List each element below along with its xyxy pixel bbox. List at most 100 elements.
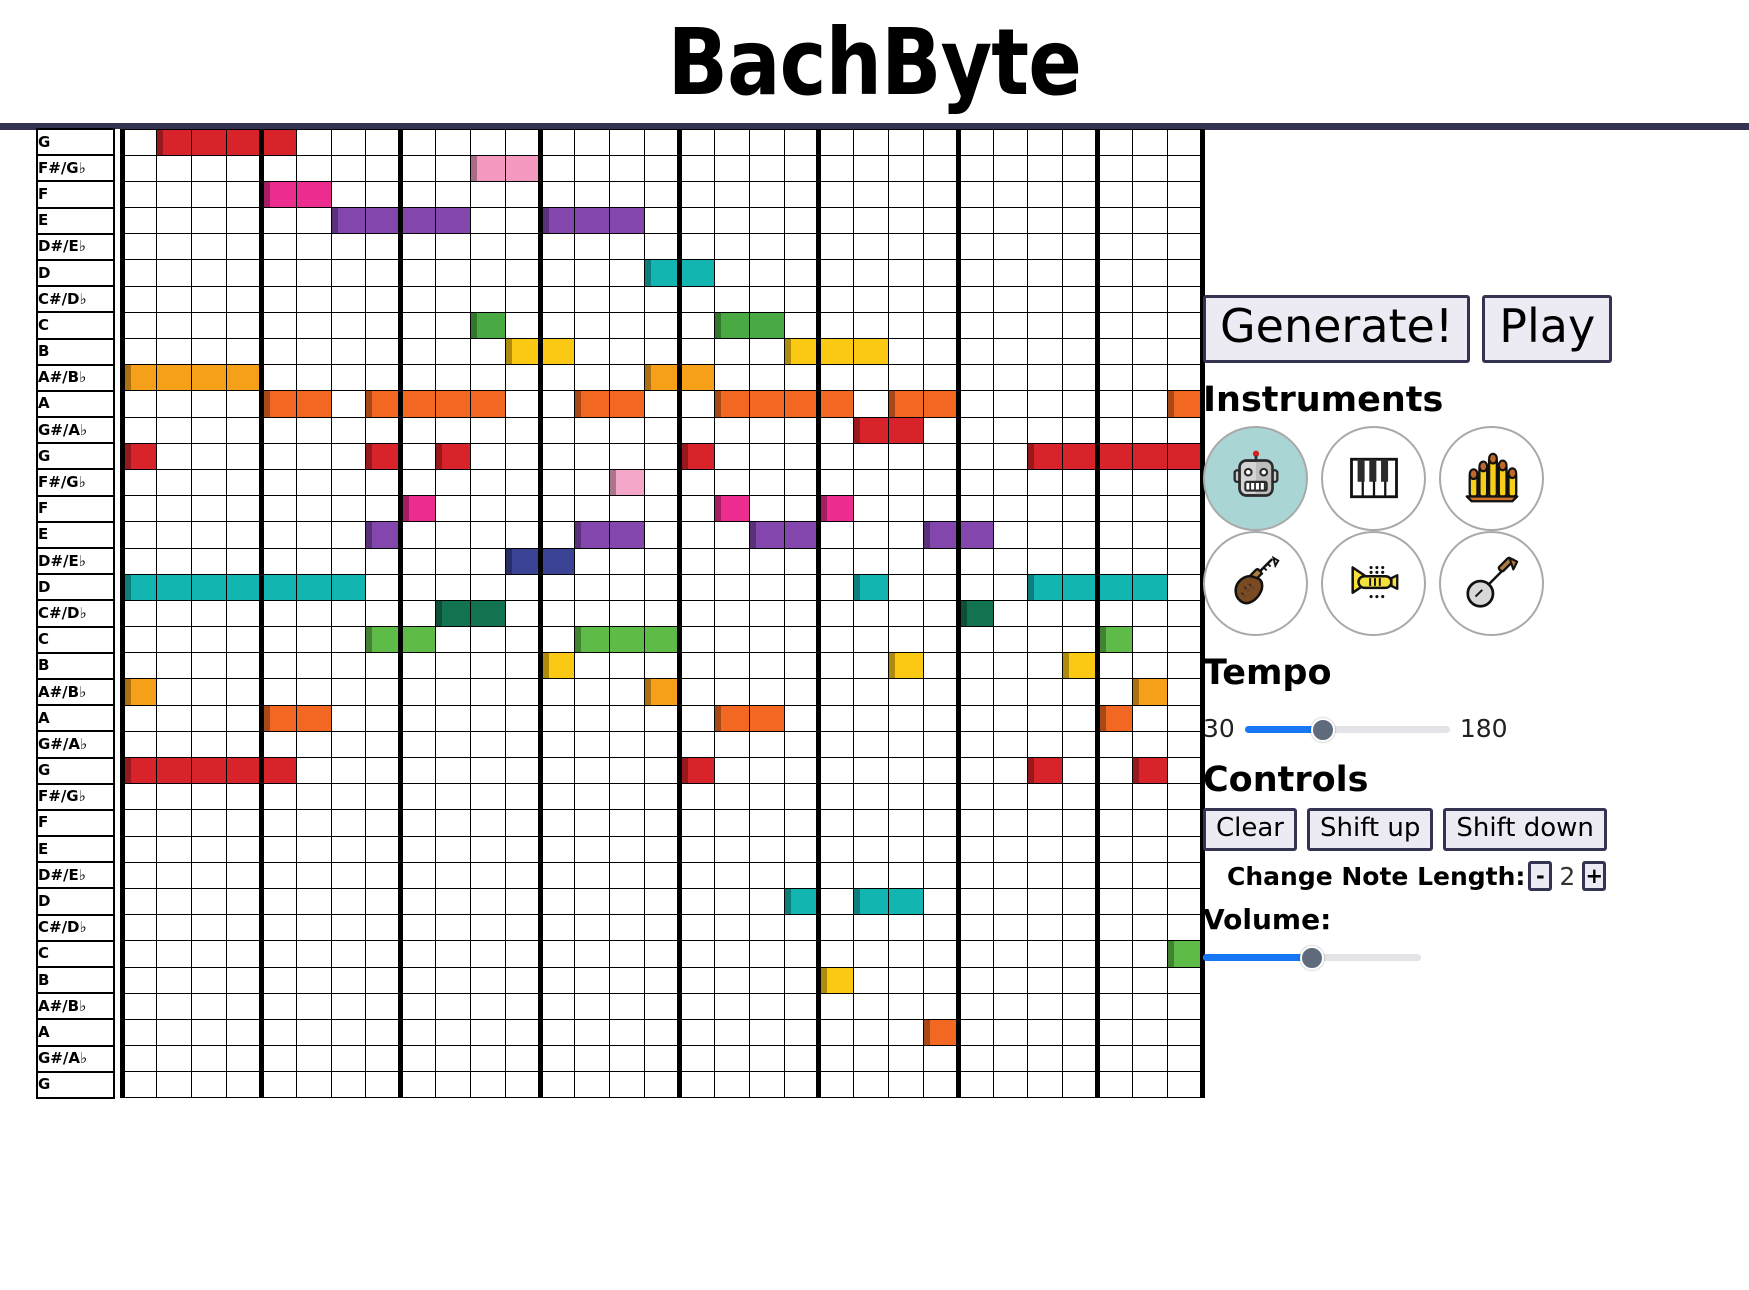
note-cell[interactable] (713, 756, 750, 785)
note-cell[interactable] (609, 154, 646, 182)
volume-slider[interactable] (1203, 946, 1421, 971)
note-cell[interactable] (955, 233, 994, 261)
note-cell[interactable] (713, 626, 750, 654)
note-cell[interactable] (1131, 599, 1168, 628)
note-cell[interactable] (1166, 835, 1205, 863)
note-cell[interactable] (748, 652, 785, 680)
note-cell[interactable] (853, 468, 890, 497)
note-cell[interactable] (853, 783, 890, 811)
note-cell[interactable] (1166, 809, 1205, 837)
note-cell[interactable] (295, 311, 332, 340)
note-cell[interactable] (955, 337, 994, 366)
note-cell[interactable] (922, 128, 959, 156)
note-cell[interactable] (783, 259, 820, 287)
note-cell-active[interactable] (365, 207, 402, 235)
note-cell[interactable] (469, 495, 506, 523)
note-cell[interactable] (537, 914, 576, 942)
note-cell[interactable] (330, 783, 367, 811)
note-cell[interactable] (365, 337, 402, 366)
note-cell[interactable] (748, 1045, 785, 1073)
note-cell[interactable] (398, 783, 437, 811)
note-cell[interactable] (922, 233, 959, 261)
note-cell[interactable] (853, 233, 890, 261)
note-cell[interactable] (258, 992, 297, 1020)
note-cell[interactable] (713, 442, 750, 470)
note-cell[interactable] (992, 416, 1029, 444)
note-cell[interactable] (119, 599, 158, 628)
note-cell[interactable] (609, 966, 646, 994)
note-cell[interactable] (156, 704, 193, 732)
note-cell[interactable] (992, 704, 1029, 732)
note-cell[interactable] (644, 468, 680, 497)
note-cell[interactable] (574, 783, 611, 811)
note-cell[interactable] (1095, 390, 1133, 418)
note-cell[interactable] (226, 1045, 262, 1073)
note-cell[interactable] (713, 835, 750, 863)
note-cell[interactable] (1062, 521, 1099, 549)
note-cell-active[interactable] (469, 390, 506, 418)
note-cell[interactable] (748, 992, 785, 1020)
note-cell-active[interactable] (748, 521, 785, 549)
note-cell[interactable] (677, 652, 715, 680)
note-cell[interactable] (748, 887, 785, 916)
note-cell[interactable] (469, 730, 506, 759)
note-cell[interactable] (398, 1018, 437, 1047)
note-cell[interactable] (365, 311, 402, 340)
note-cell-active[interactable] (816, 966, 855, 994)
note-cell-active[interactable] (365, 521, 402, 549)
note-cell[interactable] (258, 233, 297, 261)
note-cell[interactable] (816, 364, 855, 392)
note-cell[interactable] (365, 783, 402, 811)
note-cell[interactable] (295, 442, 332, 470)
note-cell[interactable] (748, 416, 785, 444)
note-cell[interactable] (609, 1071, 646, 1099)
note-cell[interactable] (816, 573, 855, 601)
note-cell[interactable] (1062, 914, 1099, 942)
note-cell[interactable] (258, 626, 297, 654)
note-cell[interactable] (537, 468, 576, 497)
note-cell[interactable] (330, 547, 367, 575)
note-cell[interactable] (398, 756, 437, 785)
note-cell-active[interactable] (469, 599, 506, 628)
note-cell[interactable] (574, 1045, 611, 1073)
note-cell[interactable] (816, 704, 855, 732)
note-cell[interactable] (853, 940, 890, 968)
note-cell[interactable] (783, 154, 820, 182)
note-cell[interactable] (191, 783, 228, 811)
note-cell[interactable] (853, 364, 890, 392)
note-cell-active[interactable] (226, 573, 262, 601)
note-cell[interactable] (191, 940, 228, 968)
note-cell[interactable] (258, 495, 297, 523)
note-cell-active[interactable] (504, 154, 541, 182)
note-cell[interactable] (191, 809, 228, 837)
note-cell[interactable] (677, 416, 715, 444)
note-cell[interactable] (330, 756, 367, 785)
note-cell-active[interactable] (574, 521, 611, 549)
note-cell[interactable] (992, 992, 1029, 1020)
note-cell[interactable] (191, 547, 228, 575)
note-cell[interactable] (816, 626, 855, 654)
note-cell[interactable] (1027, 1071, 1064, 1099)
note-cell[interactable] (677, 573, 715, 601)
note-cell[interactable] (156, 468, 193, 497)
note-cell[interactable] (1062, 599, 1099, 628)
note-cell[interactable] (748, 678, 785, 706)
note-cell[interactable] (644, 940, 680, 968)
note-cell[interactable] (783, 180, 820, 209)
note-cell[interactable] (713, 416, 750, 444)
note-cell[interactable] (469, 259, 506, 287)
note-cell[interactable] (365, 547, 402, 575)
note-cell[interactable] (992, 154, 1029, 182)
note-cell[interactable] (992, 914, 1029, 942)
note-cell[interactable] (537, 966, 576, 994)
note-cell[interactable] (783, 128, 820, 156)
note-cell-active[interactable] (574, 390, 611, 418)
note-cell[interactable] (748, 364, 785, 392)
note-cell[interactable] (992, 180, 1029, 209)
note-cell[interactable] (783, 364, 820, 392)
note-cell[interactable] (1027, 521, 1064, 549)
note-cell[interactable] (783, 835, 820, 863)
note-cell[interactable] (156, 914, 193, 942)
note-cell[interactable] (713, 887, 750, 916)
note-cell[interactable] (888, 992, 924, 1020)
